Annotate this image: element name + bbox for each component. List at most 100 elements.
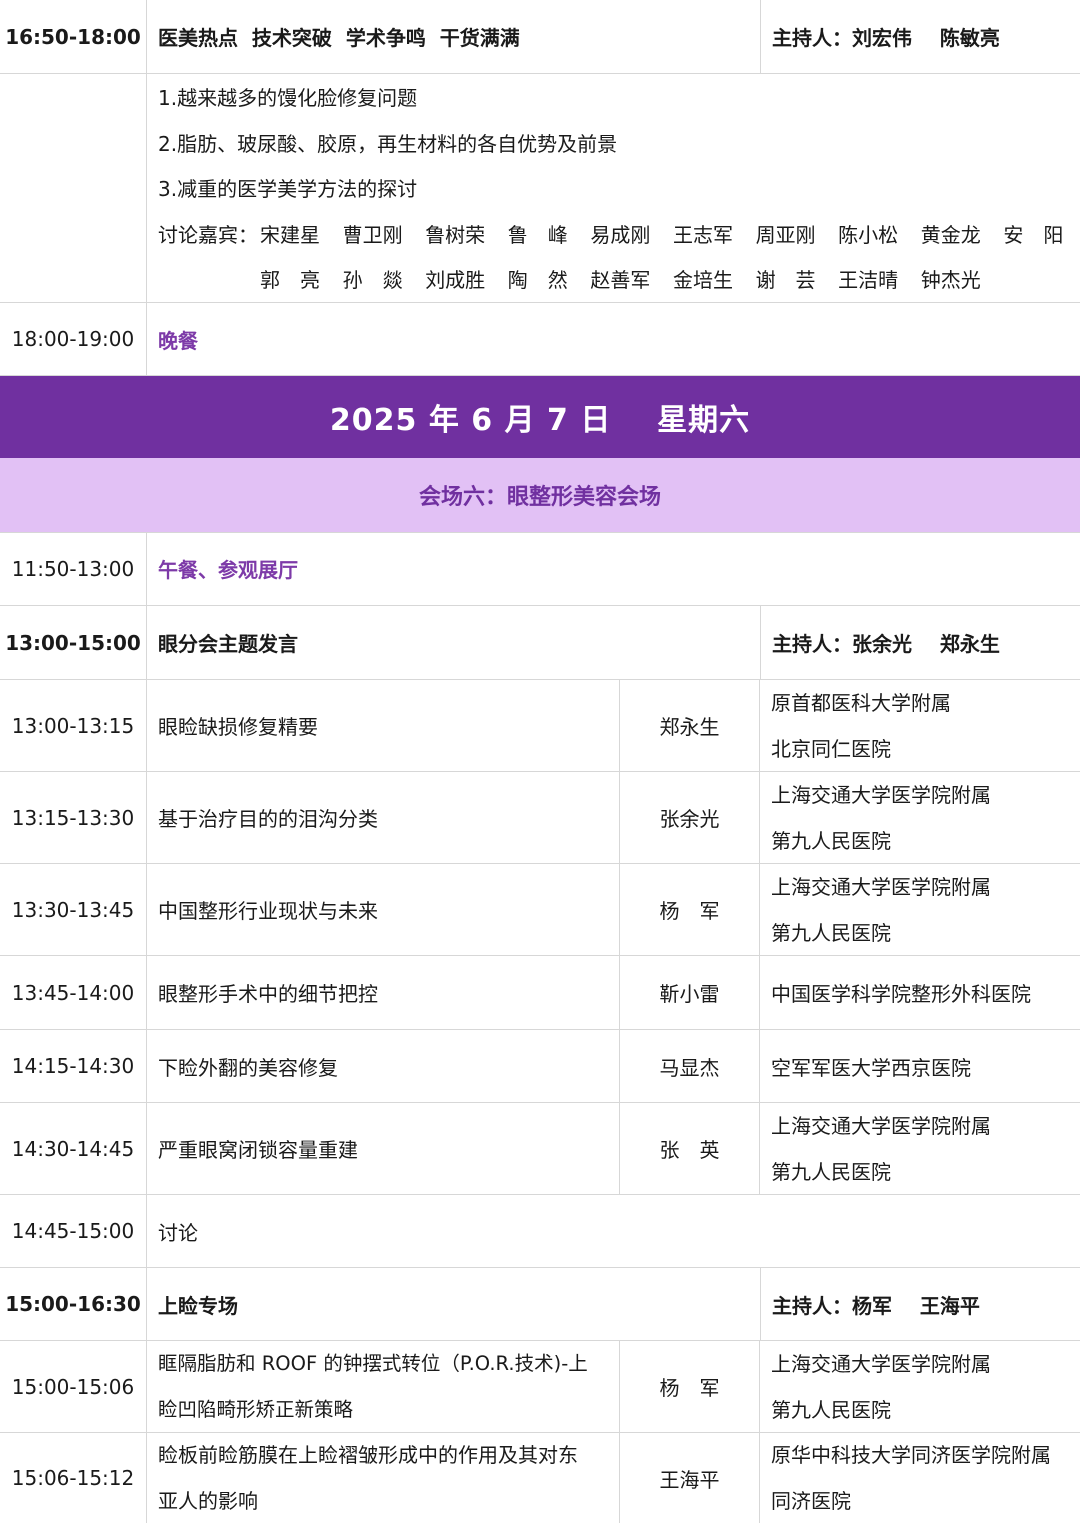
lunch-label: 午餐、参观展厅: [158, 558, 298, 582]
talk-speaker: 张 英: [620, 1103, 760, 1194]
session-header-row: 13:00-15:00 眼分会主题发言 主持人：张余光 郑永生: [0, 606, 1080, 680]
session-time: 13:00-15:00: [0, 606, 147, 679]
talk-row: 13:00-13:15 眼睑缺损修复精要 郑永生 原首都医科大学附属 北京同仁医…: [0, 680, 1080, 772]
guest-name: 易成刚: [590, 222, 651, 247]
session-host: 主持人：张余光 郑永生: [760, 606, 1080, 679]
talk-topic: 睑板前睑筋膜在上睑褶皱形成中的作用及其对东 亚人的影响: [147, 1433, 620, 1523]
institution-line: 同济医院: [771, 1489, 851, 1513]
talk-speaker: 靳小雷: [620, 956, 760, 1029]
talk-institution: 上海交通大学医学院附属 第九人民医院: [760, 772, 1080, 863]
talk-row: 14:15-14:30 下睑外翻的美容修复 马显杰 空军军医大学西京医院: [0, 1030, 1080, 1103]
guest-name: 王志军: [672, 222, 733, 247]
discussion-item: 1.越来越多的馒化脸修复问题: [158, 86, 418, 110]
date-banner: 2025 年 6 月 7 日 星期六: [0, 376, 1080, 458]
talk-institution: 上海交通大学医学院附属 第九人民医院: [760, 864, 1080, 955]
guests-label: 讨论嘉宾：: [158, 222, 258, 247]
topic-line: 亚人的影响: [158, 1489, 258, 1513]
talk-speaker: 杨 军: [620, 1341, 760, 1432]
talk-institution: 中国医学科学院整形外科医院: [771, 982, 1031, 1006]
discussion-item: 2.脂肪、玻尿酸、胶原，再生材料的各自优势及前景: [158, 131, 618, 156]
talk-row: 13:30-13:45 中国整形行业现状与未来 杨 军 上海交通大学医学院附属 …: [0, 864, 1080, 956]
discussion-time-cell: [0, 74, 147, 302]
discussion-label: 讨论: [158, 1220, 198, 1245]
talk-speaker: 张余光: [620, 772, 760, 863]
dinner-row: 18:00-19:00 晚餐: [0, 303, 1080, 376]
talk-time: 13:45-14:00: [0, 956, 147, 1029]
guest-name: 周亚刚: [755, 222, 816, 247]
topic-line: 睑凹陷畸形矫正新策略: [158, 1397, 354, 1421]
institution-line: 上海交通大学医学院附属: [771, 782, 991, 807]
talk-row: 13:45-14:00 眼整形手术中的细节把控 靳小雷 中国医学科学院整形外科医…: [0, 956, 1080, 1030]
institution-line: 第九人民医院: [771, 828, 891, 853]
talk-row: 14:30-14:45 严重眼窝闭锁容量重建 张 英 上海交通大学医学院附属 第…: [0, 1103, 1080, 1195]
guest-name: 安 阳: [1003, 222, 1064, 247]
discussion-content: 1.越来越多的馒化脸修复问题 2.脂肪、玻尿酸、胶原，再生材料的各自优势及前景 …: [147, 74, 1080, 302]
discussion-item: 3.减重的医学美学方法的探讨: [158, 177, 418, 202]
session-host: 主持人：刘宏伟 陈敏亮: [760, 0, 1080, 73]
topic-line: 眶隔脂肪和 ROOF 的钟摆式转位（P.O.R.技术)-上: [158, 1351, 588, 1375]
session-host: 主持人：杨军 王海平: [760, 1268, 1080, 1340]
session-time: 16:50-18:00: [0, 0, 147, 73]
topic-line: 睑板前睑筋膜在上睑褶皱形成中的作用及其对东: [158, 1443, 578, 1467]
talk-topic: 眶隔脂肪和 ROOF 的钟摆式转位（P.O.R.技术)-上 睑凹陷畸形矫正新策略: [147, 1341, 620, 1432]
institution-line: 上海交通大学医学院附属: [771, 1113, 991, 1138]
talk-topic: 下睑外翻的美容修复: [147, 1030, 620, 1102]
session-header-row: 15:00-16:30 上睑专场 主持人：杨军 王海平: [0, 1268, 1080, 1341]
guest-name: 刘成胜: [425, 268, 486, 293]
talk-time: 15:06-15:12: [0, 1433, 147, 1523]
talk-topic: 严重眼窝闭锁容量重建: [147, 1103, 620, 1194]
institution-line: 第九人民医院: [771, 1397, 891, 1422]
guest-name: 钟杰光: [920, 268, 981, 293]
talk-institution: 上海交通大学医学院附属 第九人民医院: [760, 1103, 1080, 1194]
session-title: 上睑专场: [158, 1293, 238, 1318]
venue-banner: 会场六：眼整形美容会场: [0, 458, 1080, 533]
session-header-row: 16:50-18:00 医美热点 技术突破 学术争鸣 干货满满 主持人：刘宏伟 …: [0, 0, 1080, 74]
guests-row-1: 讨论嘉宾： 宋建星 曹卫刚 鲁树荣 鲁 峰 易成刚 王志军 周亚刚 陈小松 黄金…: [158, 213, 1080, 259]
discussion-block-row: 1.越来越多的馒化脸修复问题 2.脂肪、玻尿酸、胶原，再生材料的各自优势及前景 …: [0, 74, 1080, 303]
discussion-row: 14:45-15:00 讨论: [0, 1195, 1080, 1268]
talk-row: 15:00-15:06 眶隔脂肪和 ROOF 的钟摆式转位（P.O.R.技术)-…: [0, 1341, 1080, 1433]
talk-speaker: 马显杰: [620, 1030, 760, 1102]
institution-line: 上海交通大学医学院附属: [771, 1351, 991, 1376]
guest-name: 郭 亮: [260, 268, 320, 293]
talk-institution: 原首都医科大学附属 北京同仁医院: [760, 680, 1080, 771]
guests-row-2: 郭 亮 孙 燚 刘成胜 陶 然 赵善军 金培生 谢 芸 王洁晴 钟杰光: [158, 258, 1080, 304]
talk-time: 14:30-14:45: [0, 1103, 147, 1194]
guest-name: 鲁树荣: [425, 222, 486, 247]
talk-institution: 空军军医大学西京医院: [771, 1055, 971, 1080]
session-title: 医美热点 技术突破 学术争鸣 干货满满: [158, 26, 520, 50]
guest-name: 陶 然: [507, 268, 568, 293]
discussion-time: 14:45-15:00: [0, 1195, 147, 1267]
institution-line: 上海交通大学医学院附属: [771, 874, 991, 899]
talk-speaker: 郑永生: [620, 680, 760, 771]
guest-name: 鲁 峰: [507, 222, 568, 247]
institution-line: 原首都医科大学附属: [771, 690, 951, 715]
guest-name: 孙 燚: [342, 268, 403, 293]
talk-time: 15:00-15:06: [0, 1341, 147, 1432]
institution-line: 北京同仁医院: [771, 736, 891, 761]
talk-time: 14:15-14:30: [0, 1030, 147, 1102]
institution-line: 原华中科技大学同济医学院附属: [771, 1443, 1051, 1467]
guest-name: 黄金龙: [920, 222, 981, 247]
talk-time: 13:15-13:30: [0, 772, 147, 863]
guest-name: 曹卫刚: [342, 222, 403, 247]
dinner-time: 18:00-19:00: [0, 303, 147, 375]
session-time: 15:00-16:30: [0, 1268, 147, 1340]
guest-name: 陈小松: [838, 222, 899, 247]
talk-topic: 中国整形行业现状与未来: [147, 864, 620, 955]
guest-name: 宋建星: [260, 222, 320, 247]
guest-name: 王洁晴: [838, 268, 899, 293]
institution-line: 第九人民医院: [771, 1159, 891, 1184]
talk-topic: 基于治疗目的的泪沟分类: [147, 772, 620, 863]
talk-speaker: 王海平: [620, 1433, 760, 1523]
talk-institution: 原华中科技大学同济医学院附属 同济医院: [760, 1433, 1080, 1523]
talk-topic: 眼睑缺损修复精要: [147, 680, 620, 771]
talk-topic: 眼整形手术中的细节把控: [147, 956, 620, 1029]
schedule-page: 16:50-18:00 医美热点 技术突破 学术争鸣 干货满满 主持人：刘宏伟 …: [0, 0, 1080, 1523]
talk-row: 13:15-13:30 基于治疗目的的泪沟分类 张余光 上海交通大学医学院附属 …: [0, 772, 1080, 864]
talk-speaker: 杨 军: [620, 864, 760, 955]
guest-name: 谢 芸: [755, 268, 816, 293]
institution-line: 第九人民医院: [771, 920, 891, 945]
talk-institution: 上海交通大学医学院附属 第九人民医院: [760, 1341, 1080, 1432]
session-title: 眼分会主题发言: [158, 632, 298, 656]
